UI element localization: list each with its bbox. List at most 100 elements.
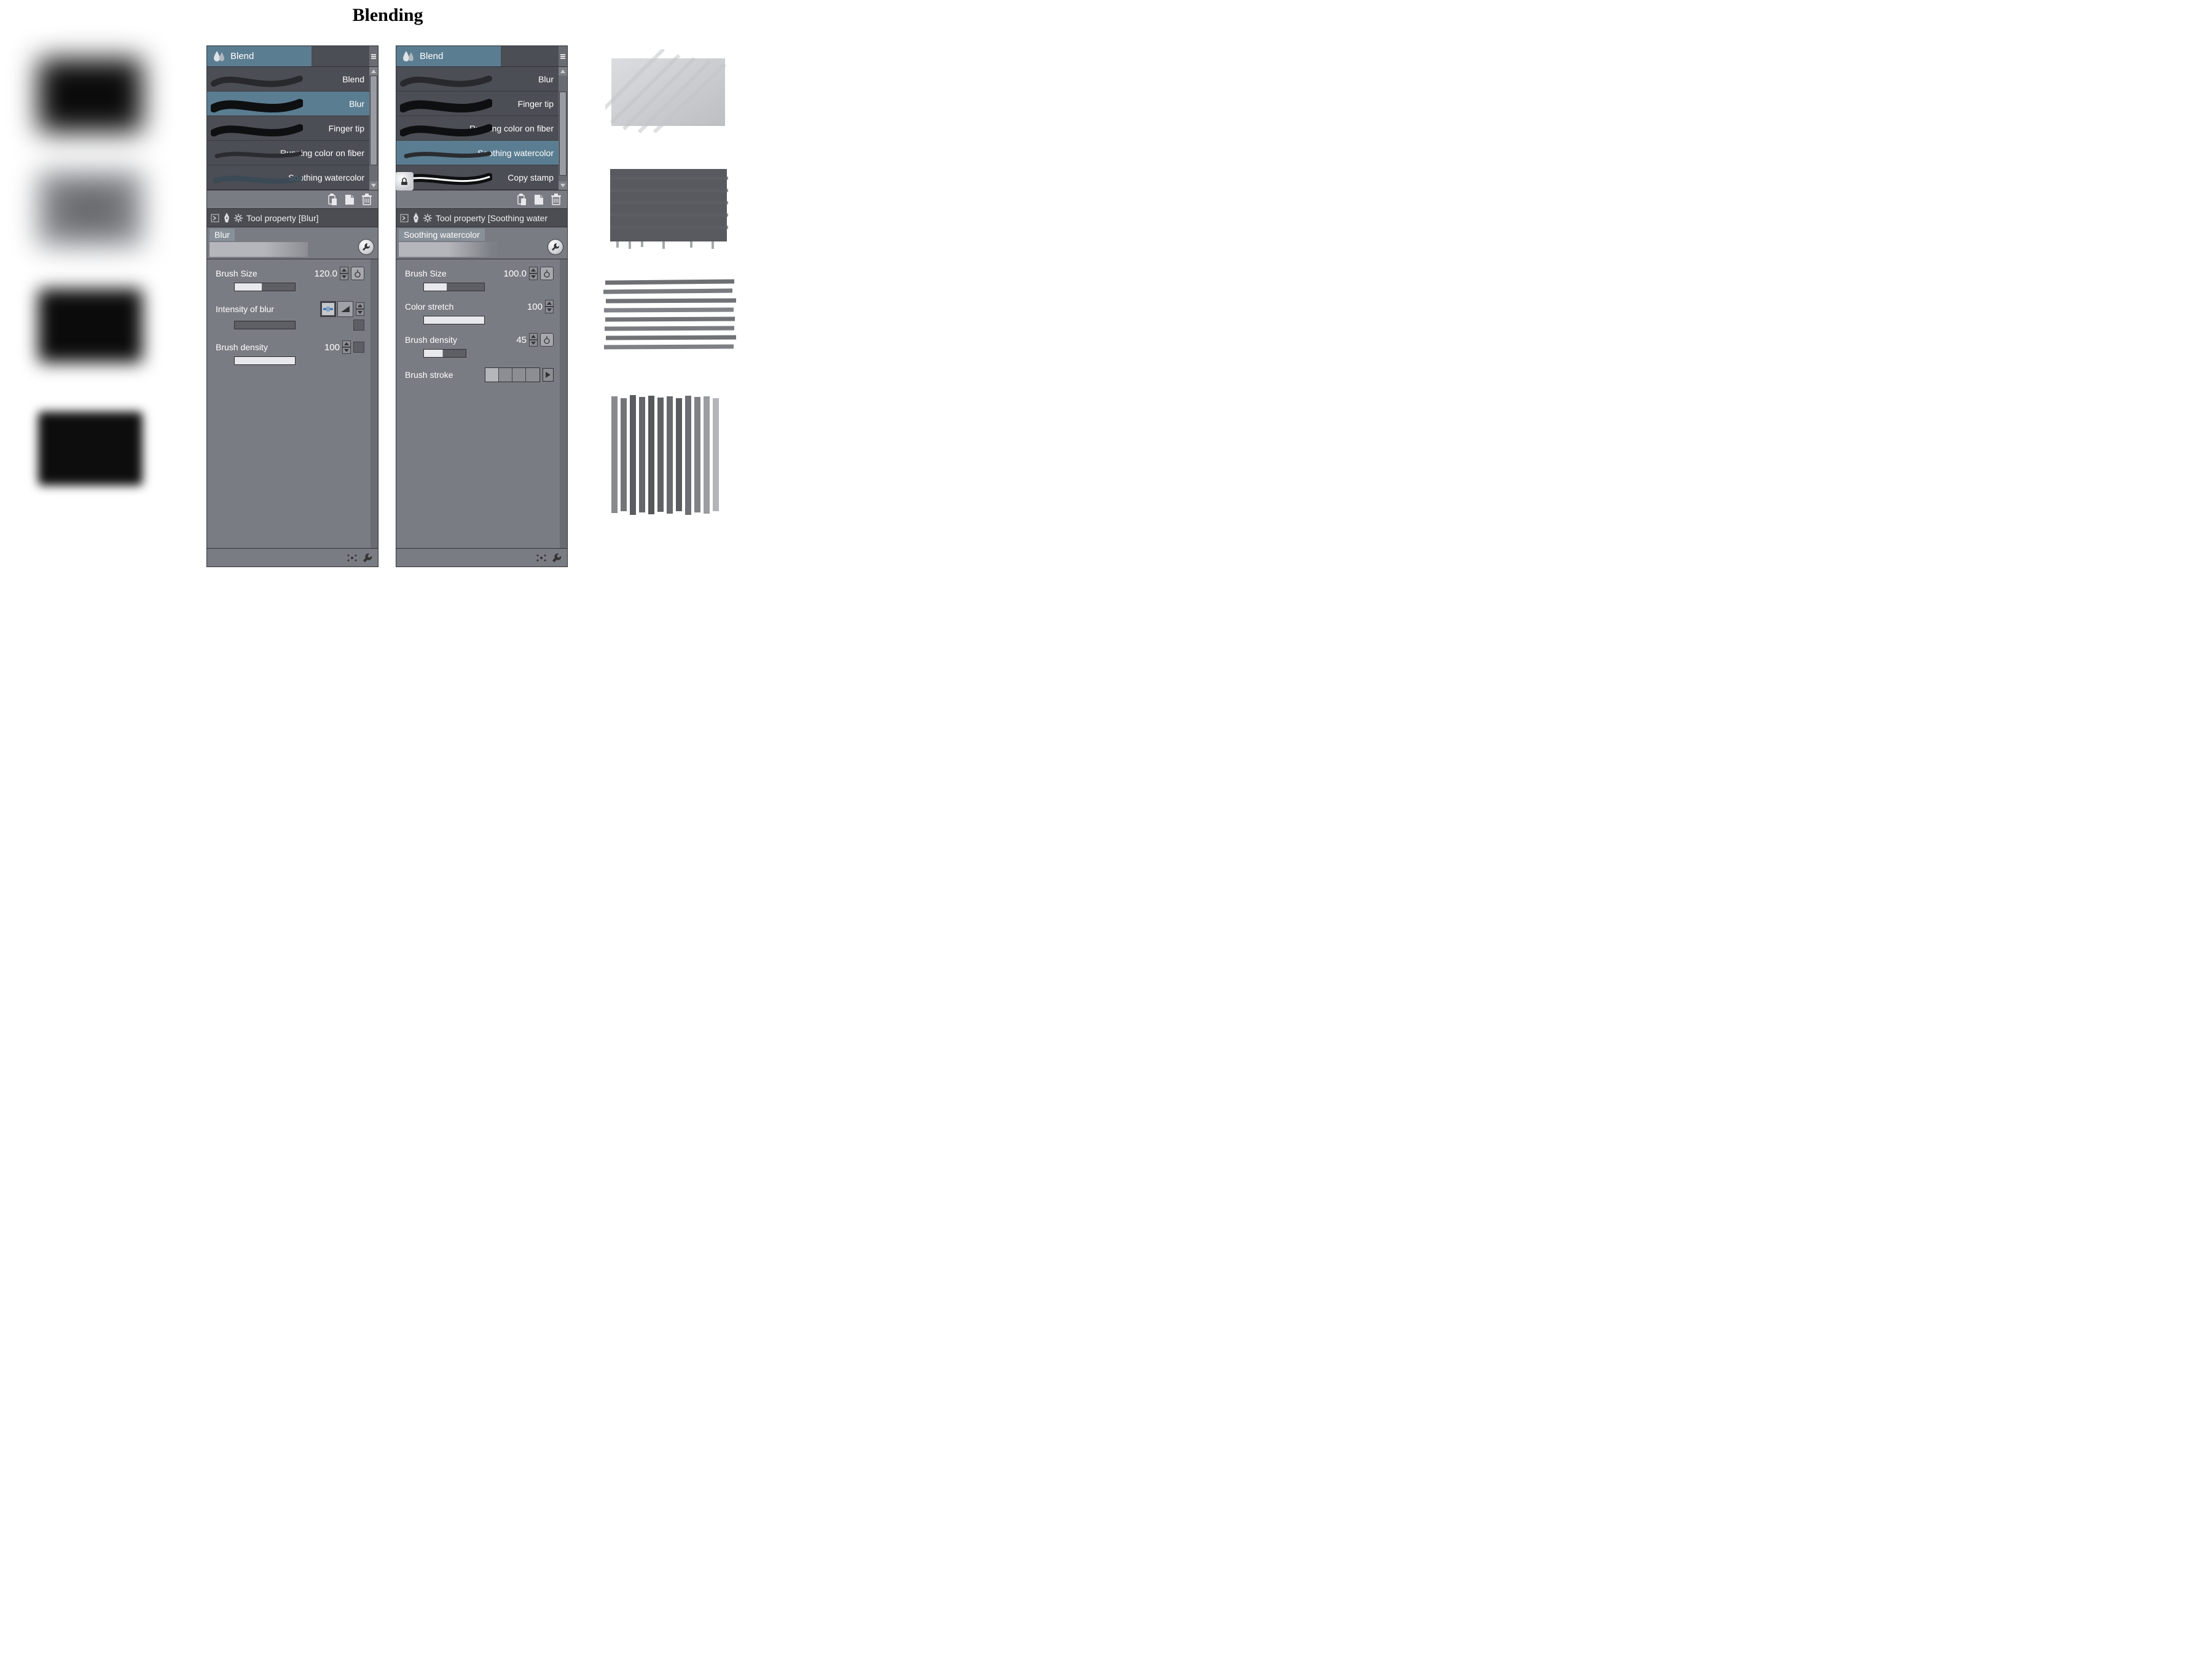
brush-stroke-preview (211, 168, 303, 187)
tool-property-header: Tool property [Blur] (207, 209, 378, 227)
spinner-up-icon[interactable] (545, 300, 554, 307)
scrollbar[interactable] (369, 67, 378, 190)
brush-stroke-preview (211, 119, 303, 138)
prop-label: Brush stroke (405, 370, 453, 380)
spinner-down-icon[interactable] (545, 307, 554, 313)
tool-detail-button[interactable] (547, 239, 563, 255)
brush-item[interactable]: Blur (207, 92, 369, 116)
brush-item[interactable]: Running color on fiber (207, 141, 369, 165)
spinner-up-icon[interactable] (356, 302, 364, 309)
extra-option-toggle[interactable] (353, 342, 364, 353)
slider[interactable] (423, 316, 485, 324)
delete-brush-icon[interactable] (549, 192, 563, 207)
stroke-more-icon[interactable] (543, 368, 554, 382)
intensity-option-1[interactable] (320, 301, 336, 317)
paste-brush-icon[interactable] (325, 192, 340, 207)
property-scrollbar[interactable] (560, 259, 567, 548)
stroke-options[interactable] (485, 367, 540, 382)
stroke-option[interactable] (526, 368, 539, 382)
scroll-up-icon[interactable] (559, 67, 567, 76)
prop-value[interactable]: 120.0 (314, 269, 337, 279)
scroll-down-icon[interactable] (559, 181, 567, 190)
sample-paint-2 (605, 163, 734, 249)
wrench-icon[interactable] (362, 552, 373, 563)
expand-panel-icon[interactable] (400, 214, 409, 222)
slider[interactable] (423, 283, 485, 291)
scroll-down-icon[interactable] (369, 181, 378, 190)
brush-item[interactable]: Soothing watercolor (396, 141, 559, 165)
intensity-option-2[interactable] (337, 301, 353, 317)
pen-pressure-button[interactable] (540, 333, 554, 347)
brush-item[interactable]: Copy stamp (396, 165, 559, 190)
spinner-up-icon[interactable] (529, 267, 538, 273)
value-spinner[interactable] (529, 267, 538, 280)
prop-brush-size: Brush Size 100.0 (399, 264, 565, 294)
gear-icon[interactable] (234, 214, 243, 222)
prop-brush-size: Brush Size 120.0 (210, 264, 375, 294)
spinner-up-icon[interactable] (340, 267, 348, 273)
paste-brush-icon[interactable] (514, 192, 529, 207)
tool-detail-button[interactable] (358, 239, 374, 255)
pen-pressure-button[interactable] (351, 267, 364, 280)
blend-droplet-icon (213, 50, 226, 63)
gear-icon[interactable] (423, 214, 432, 222)
brush-item-label: Finger tip (518, 99, 554, 109)
spinner-down-icon[interactable] (529, 340, 538, 347)
brush-item[interactable]: Soothing watercolor (207, 165, 369, 190)
value-spinner[interactable] (545, 300, 554, 313)
slider[interactable] (423, 349, 466, 358)
tabstrip-menu-icon[interactable] (369, 46, 378, 66)
brush-item[interactable]: Finger tip (396, 92, 559, 116)
extra-option-toggle[interactable] (353, 320, 364, 331)
panel-tabstrip: Blend (207, 46, 378, 67)
wrench-icon[interactable] (551, 552, 562, 563)
stroke-option[interactable] (512, 368, 526, 382)
tab-blend[interactable]: Blend (207, 46, 312, 66)
brush-item[interactable]: Blur (396, 67, 559, 92)
spinner-up-icon[interactable] (342, 340, 351, 347)
prop-value[interactable]: 45 (516, 335, 527, 345)
brush-list: Blur Finger tip Running color on fiberSoot… (396, 67, 567, 190)
intensity-options[interactable] (320, 301, 353, 317)
sample-blur-4 (38, 412, 143, 485)
tool-property-title: Tool property [Soothing water (436, 213, 547, 223)
panel-blur: Blend BlendBlurFinger tipRunning color o… (206, 45, 378, 567)
panel-footer (396, 548, 567, 567)
page-title: Blending (0, 5, 775, 26)
brush-item[interactable]: Running color on fiber (396, 116, 559, 141)
slider[interactable] (234, 356, 296, 365)
stroke-option[interactable] (485, 368, 499, 382)
tab-blend[interactable]: Blend (396, 46, 501, 66)
delete-brush-icon[interactable] (359, 192, 374, 207)
value-spinner[interactable] (529, 333, 538, 347)
prop-value[interactable]: 100 (527, 302, 543, 312)
sample-paint-1 (605, 49, 734, 135)
scroll-up-icon[interactable] (369, 67, 378, 76)
reset-icon[interactable] (346, 552, 358, 564)
spinner-down-icon[interactable] (342, 347, 351, 354)
value-spinner[interactable] (340, 267, 348, 280)
tabstrip-menu-icon[interactable] (559, 46, 567, 66)
spinner-down-icon[interactable] (529, 273, 538, 280)
slider[interactable] (234, 283, 296, 291)
value-spinner[interactable] (356, 302, 364, 316)
property-scrollbar[interactable] (371, 259, 378, 548)
stroke-option[interactable] (499, 368, 512, 382)
new-brush-icon[interactable] (342, 192, 357, 207)
brush-item[interactable]: Finger tip (207, 116, 369, 141)
spinner-down-icon[interactable] (340, 273, 348, 280)
spinner-up-icon[interactable] (529, 333, 538, 340)
prop-value[interactable]: 100.0 (503, 269, 527, 279)
value-spinner[interactable] (342, 340, 351, 354)
stamp-badge-icon (395, 172, 414, 190)
brush-list: BlendBlurFinger tipRunning color on fibe… (207, 67, 378, 190)
reset-icon[interactable] (535, 552, 547, 564)
expand-panel-icon[interactable] (211, 214, 219, 222)
prop-value[interactable]: 100 (324, 342, 340, 353)
slider[interactable] (234, 321, 296, 329)
pen-pressure-button[interactable] (540, 267, 554, 280)
new-brush-icon[interactable] (531, 192, 546, 207)
brush-item[interactable]: Blend (207, 67, 369, 92)
spinner-down-icon[interactable] (356, 309, 364, 316)
scrollbar[interactable] (559, 67, 567, 190)
